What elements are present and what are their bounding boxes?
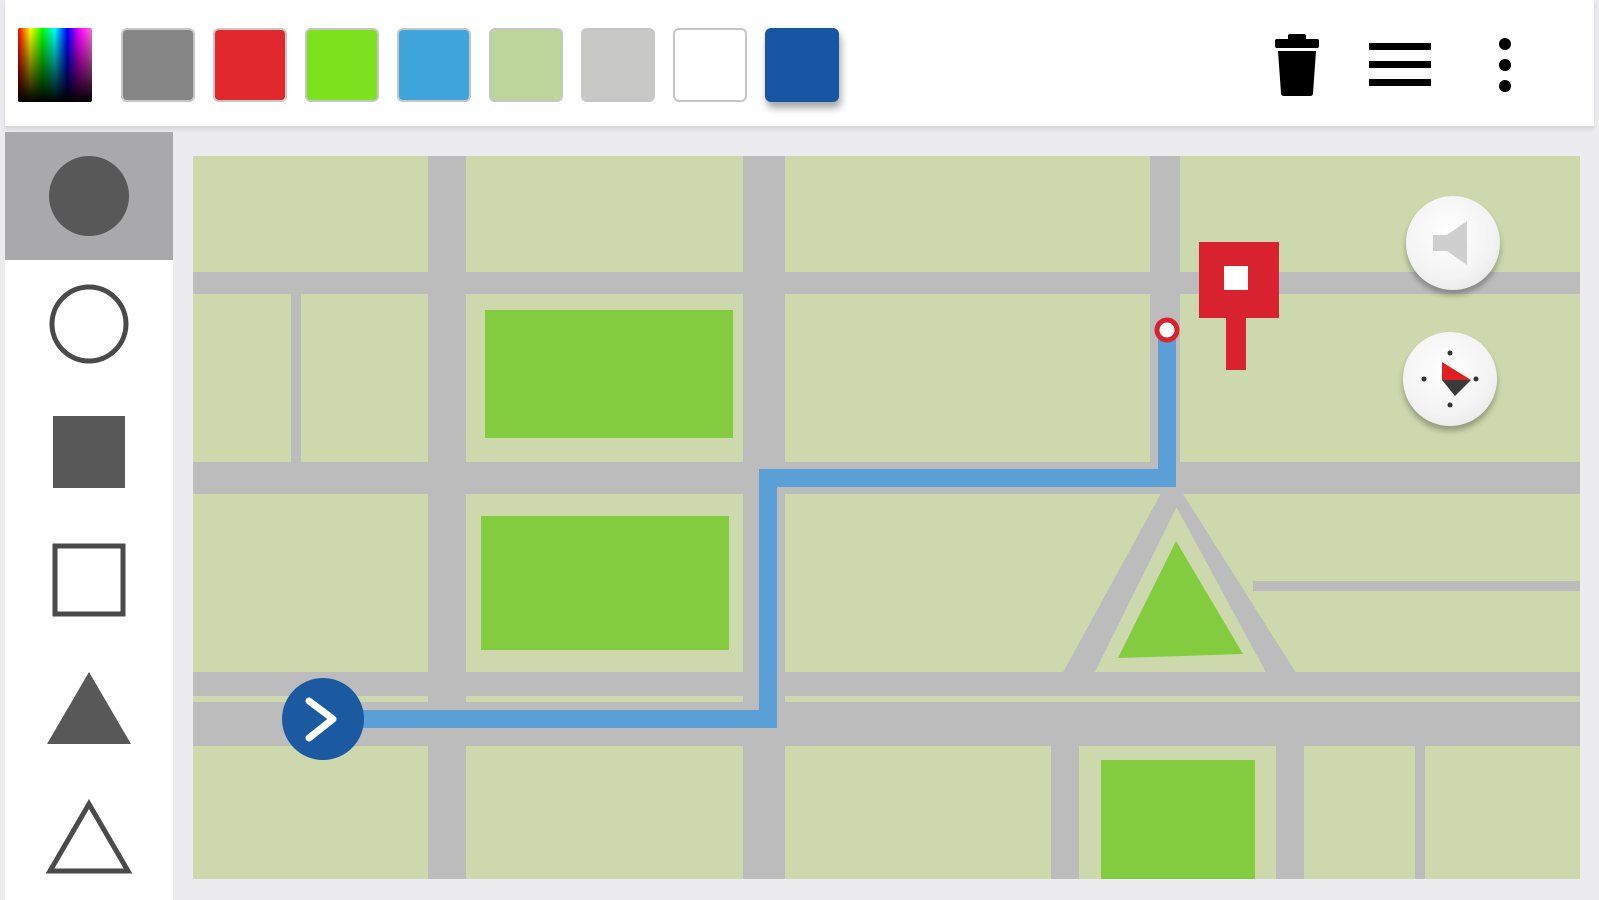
filled-square-tool[interactable] — [5, 388, 173, 516]
outline-circle-tool[interactable] — [5, 260, 173, 388]
trash-icon[interactable] — [1262, 30, 1332, 100]
color-swatch-red[interactable] — [213, 28, 287, 102]
color-swatch-lime[interactable] — [305, 28, 379, 102]
destination-dot — [1154, 317, 1180, 343]
filled-triangle-tool[interactable] — [5, 644, 173, 772]
more-vert-icon[interactable] — [1470, 30, 1540, 100]
outline-triangle-tool[interactable] — [5, 772, 173, 900]
color-swatch-white[interactable] — [673, 28, 747, 102]
color-swatch-light-gray[interactable] — [581, 28, 655, 102]
compass-icon — [1421, 350, 1479, 408]
outline-triangle-icon — [45, 799, 133, 874]
outline-square-tool[interactable] — [5, 516, 173, 644]
color-swatch-navy[interactable] — [765, 28, 839, 102]
outline-circle-icon — [49, 284, 129, 364]
outline-square-icon — [52, 543, 126, 617]
volume-mute-button[interactable] — [1406, 196, 1500, 290]
menu-icon[interactable] — [1365, 30, 1435, 100]
start-arrow-icon — [282, 678, 364, 760]
color-swatch-sky-blue[interactable] — [397, 28, 471, 102]
drawing-app — [0, 0, 1599, 900]
shape-panel — [5, 132, 173, 900]
compass-button[interactable] — [1403, 332, 1497, 426]
filled-circle-icon — [49, 156, 129, 236]
volume-mute-icon — [1433, 221, 1467, 265]
map-canvas[interactable] — [193, 156, 1580, 879]
color-swatch-sage[interactable] — [489, 28, 563, 102]
color-swatch-gray[interactable] — [121, 28, 195, 102]
map-drawing — [193, 156, 1580, 879]
color-toolbar — [5, 0, 1594, 128]
filled-square-icon — [53, 416, 125, 488]
filled-triangle-icon — [47, 672, 131, 744]
filled-circle-tool[interactable] — [5, 132, 173, 260]
color-spectrum-swatch[interactable] — [18, 28, 92, 102]
